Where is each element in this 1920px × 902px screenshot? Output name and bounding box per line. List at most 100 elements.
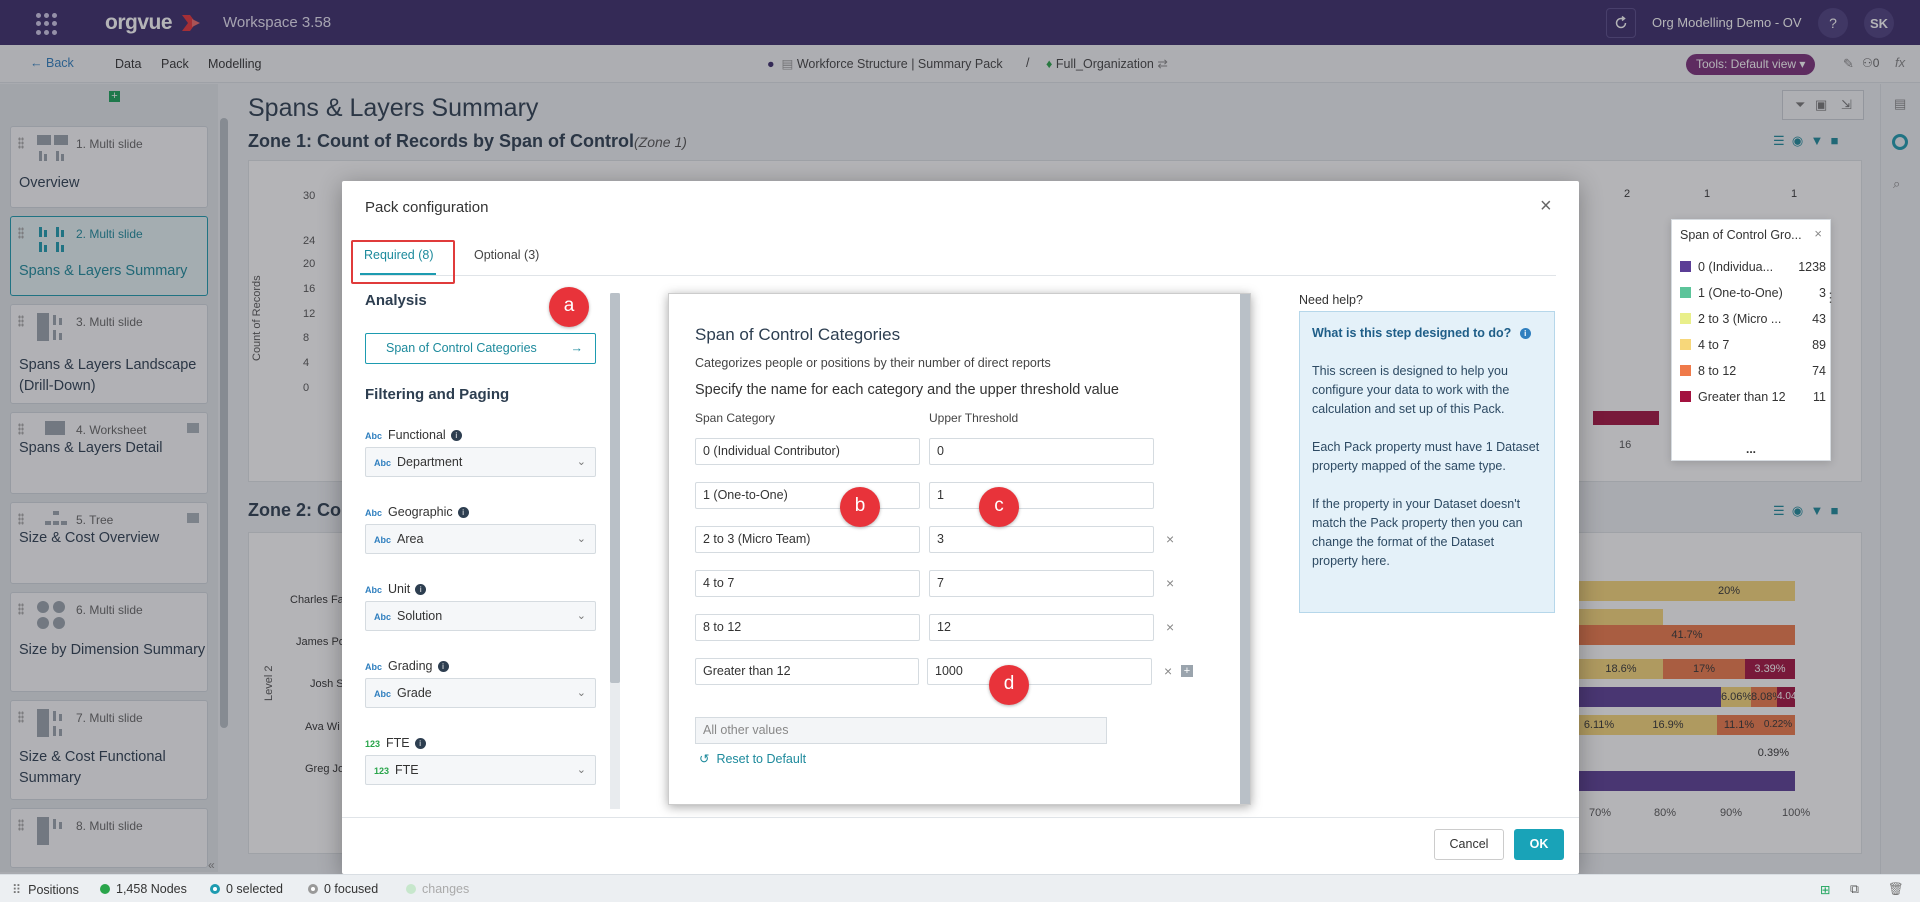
analysis-heading: Analysis [365, 292, 427, 309]
card-title: Span of Control Categories [695, 325, 901, 344]
legend-item[interactable]: 2 to 3 (Micro ... 43 [1680, 312, 1826, 326]
unit-label: Abc Unit i [365, 582, 427, 596]
footer-divider [342, 817, 1579, 818]
nodes-status[interactable]: 1,458 Nodes [100, 882, 187, 896]
changes-status[interactable]: changes [406, 882, 469, 896]
functional-select[interactable]: Abc Department ⌄ [365, 447, 596, 477]
selected-icon [210, 884, 220, 894]
legend-more[interactable]: ... [1746, 442, 1756, 456]
category-input[interactable]: 8 to 12 [695, 614, 920, 641]
tab-optional[interactable]: Optional (3) [474, 248, 539, 262]
add-icon[interactable]: ⊞ [1820, 882, 1830, 897]
threshold-input[interactable]: 1 [929, 482, 1154, 509]
all-other-values-field: All other values [695, 717, 1107, 744]
legend-item[interactable]: 8 to 12 74 [1680, 364, 1826, 378]
focused-icon [308, 884, 318, 894]
card-instruction: Specify the name for each category and t… [695, 382, 1119, 398]
left-panel-scrollbar[interactable] [610, 293, 620, 809]
category-input[interactable]: 0 (Individual Contributor) [695, 438, 920, 465]
category-input[interactable]: 1 (One-to-One) [695, 482, 920, 509]
info-icon[interactable]: i [414, 738, 426, 749]
threshold-input[interactable]: 3 [929, 526, 1154, 553]
fte-select[interactable]: 123 FTE ⌄ [365, 755, 596, 785]
annotation-marker-c: c [979, 487, 1019, 527]
chevron-down-icon: ⌄ [576, 610, 586, 622]
card-scrollbar[interactable] [1240, 294, 1250, 804]
modal-title: Pack configuration [365, 199, 489, 216]
close-icon[interactable]: × [1540, 195, 1552, 218]
legend-popup: Span of Control Gro... × 0 (Individua...… [1671, 219, 1837, 461]
reset-to-default-link[interactable]: ↺ Reset to Default [699, 751, 806, 766]
delete-row-icon[interactable]: × [1166, 619, 1174, 635]
geographic-select[interactable]: Abc Area ⌄ [365, 524, 596, 554]
highlight-box [351, 240, 455, 284]
ok-button[interactable]: OK [1514, 829, 1564, 860]
legend-item[interactable]: 4 to 7 89 [1680, 338, 1826, 352]
threshold-input[interactable]: 7 [929, 570, 1154, 597]
unit-select[interactable]: Abc Solution ⌄ [365, 601, 596, 631]
positions-status[interactable]: ⠿ Positions [12, 882, 79, 897]
need-help-label: Need help? [1299, 293, 1363, 307]
category-input[interactable]: 4 to 7 [695, 570, 920, 597]
legend-swatch [1680, 365, 1691, 376]
upper-threshold-header: Upper Threshold [929, 411, 1019, 425]
status-bar: ⠿ Positions 1,458 Nodes 0 selected 0 foc… [0, 874, 1920, 902]
legend-swatch [1680, 261, 1691, 272]
add-row-icon[interactable]: + [1181, 665, 1193, 677]
help-paragraph: If the property in your Dataset doesn't … [1312, 497, 1523, 568]
kebab-menu-icon[interactable]: ⋮ [1824, 290, 1837, 306]
legend-swatch [1680, 287, 1691, 298]
copy-icon[interactable]: ⧉ [1850, 882, 1859, 897]
legend-swatch [1680, 391, 1691, 402]
geographic-label: Abc Geographic i [365, 505, 469, 519]
cancel-button[interactable]: Cancel [1434, 829, 1504, 860]
fte-label: 123 FTE i [365, 736, 426, 750]
arrow-right-icon: → [570, 341, 584, 355]
drag-handle-icon: ⠿ [12, 883, 22, 897]
threshold-input[interactable]: 12 [929, 614, 1154, 641]
chevron-down-icon: ⌄ [576, 764, 586, 776]
legend-item[interactable]: 0 (Individua... 1238 [1680, 260, 1826, 274]
help-question: What is this step designed to do? i [1312, 324, 1542, 343]
annotation-marker-d: d [989, 665, 1029, 705]
info-icon[interactable]: i [415, 584, 427, 595]
annotation-marker-a: a [549, 287, 589, 327]
scrollbar-thumb[interactable] [610, 293, 620, 683]
category-input[interactable]: 2 to 3 (Micro Team) [695, 526, 920, 553]
help-panel: What is this step designed to do? i This… [1299, 311, 1555, 613]
card-description: Categorizes people or positions by their… [695, 356, 1051, 370]
chevron-down-icon: ⌄ [576, 533, 586, 545]
grading-select[interactable]: Abc Grade ⌄ [365, 678, 596, 708]
span-of-control-card: Span of Control Categories Categorizes p… [668, 293, 1251, 805]
functional-label: Abc Functional i [365, 428, 462, 442]
trash-icon[interactable]: 🗑 [1888, 882, 1904, 897]
info-icon[interactable]: i [437, 661, 449, 672]
threshold-input[interactable]: 1000 [927, 658, 1152, 685]
threshold-input[interactable]: 0 [929, 438, 1154, 465]
legend-item[interactable]: Greater than 12 11 [1680, 390, 1826, 404]
reset-icon: ↺ [699, 752, 710, 766]
delete-row-icon[interactable]: × [1164, 663, 1172, 679]
help-paragraph: This screen is designed to help you conf… [1312, 364, 1510, 416]
info-icon: i [1519, 328, 1531, 339]
selected-status[interactable]: 0 selected [210, 882, 283, 896]
changes-icon [406, 884, 416, 894]
pack-configuration-modal: Pack configuration × Required (8) Option… [342, 181, 1579, 874]
legend-title: Span of Control Gro... [1680, 228, 1802, 242]
category-input[interactable]: Greater than 12 [695, 658, 919, 685]
info-icon[interactable]: i [450, 430, 462, 441]
close-icon[interactable]: × [1814, 226, 1822, 241]
help-paragraph: Each Pack property must have 1 Dataset p… [1312, 440, 1540, 473]
grading-label: Abc Grading i [365, 659, 449, 673]
info-icon[interactable]: i [457, 507, 469, 518]
chevron-down-icon: ⌄ [576, 687, 586, 699]
span-of-control-categories-button[interactable]: Span of Control Categories → [365, 333, 596, 364]
legend-item[interactable]: 1 (One-to-One) 3 [1680, 286, 1826, 300]
delete-row-icon[interactable]: × [1166, 575, 1174, 591]
focused-status[interactable]: 0 focused [308, 882, 378, 896]
annotation-marker-b: b [840, 487, 880, 527]
delete-row-icon[interactable]: × [1166, 531, 1174, 547]
span-category-header: Span Category [695, 411, 776, 425]
legend-swatch [1680, 339, 1691, 350]
chevron-down-icon: ⌄ [576, 456, 586, 468]
